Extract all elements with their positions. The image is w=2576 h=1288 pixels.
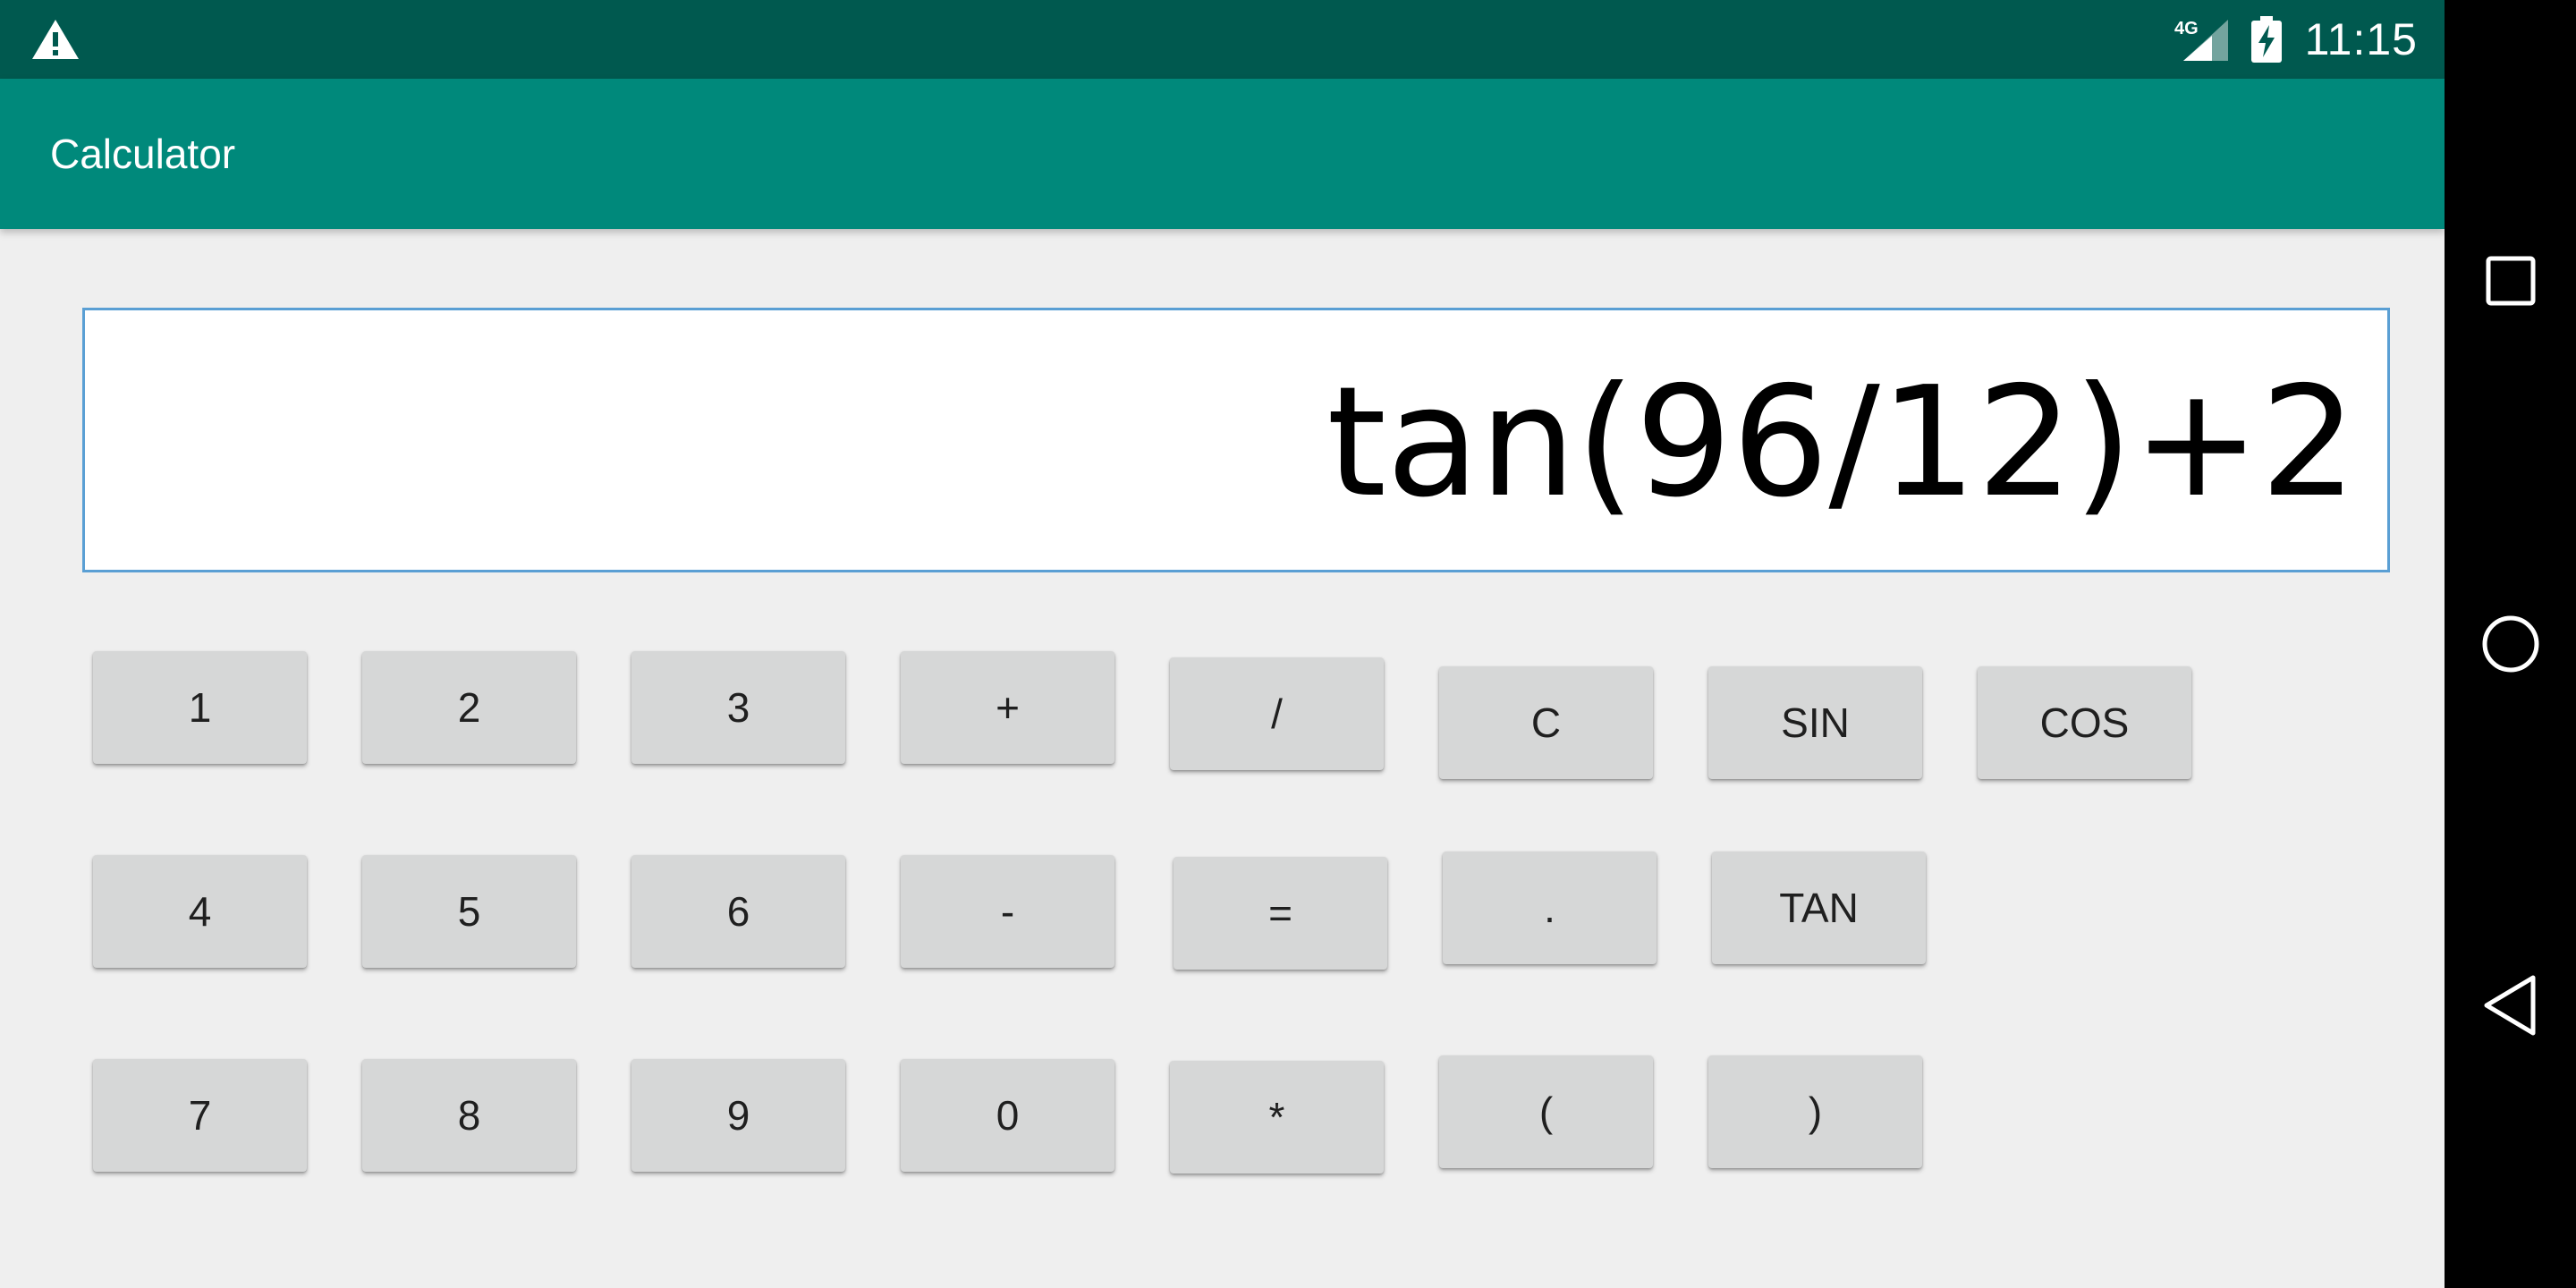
key-2[interactable]: 2 — [362, 651, 576, 764]
key-minus[interactable]: - — [901, 855, 1114, 968]
key-5[interactable]: 5 — [362, 855, 576, 968]
status-clock: 11:15 — [2304, 14, 2418, 64]
app-bar: Calculator — [0, 79, 2445, 229]
recents-button[interactable] — [2445, 227, 2576, 335]
key-7[interactable]: 7 — [93, 1059, 307, 1172]
key-4[interactable]: 4 — [93, 855, 307, 968]
key-tan[interactable]: TAN — [1712, 852, 1926, 964]
warning-icon — [32, 20, 79, 59]
back-button[interactable] — [2445, 952, 2576, 1059]
signal-icon: 4G — [2174, 19, 2228, 61]
status-icons: 4G 11:15 — [2174, 0, 2418, 79]
key-1[interactable]: 1 — [93, 651, 307, 764]
recents-square-icon — [2486, 256, 2535, 306]
home-circle-icon — [2482, 615, 2538, 673]
key-3[interactable]: 3 — [631, 651, 845, 764]
key-cos[interactable]: COS — [1978, 666, 2191, 779]
key-multiply[interactable]: * — [1170, 1061, 1384, 1174]
key-8[interactable]: 8 — [362, 1059, 576, 1172]
home-button[interactable] — [2445, 590, 2576, 698]
key-plus[interactable]: + — [901, 651, 1114, 764]
status-bar: 4G 11:15 — [0, 0, 2445, 79]
app-title: Calculator — [50, 131, 236, 177]
network-type-label: 4G — [2174, 19, 2199, 38]
key-sin[interactable]: SIN — [1708, 666, 1922, 779]
key-open-paren[interactable]: ( — [1439, 1055, 1653, 1168]
navigation-bar — [2445, 0, 2576, 1288]
key-close-paren[interactable]: ) — [1708, 1055, 1922, 1168]
key-9[interactable]: 9 — [631, 1059, 845, 1172]
key-decimal[interactable]: . — [1443, 852, 1657, 964]
battery-charging-icon — [2250, 16, 2282, 63]
expression-text: tan(96/12)+2 — [1326, 354, 2357, 531]
key-equals[interactable]: = — [1174, 857, 1387, 970]
key-divide[interactable]: / — [1170, 657, 1384, 770]
key-6[interactable]: 6 — [631, 855, 845, 968]
expression-display[interactable]: tan(96/12)+2 — [82, 308, 2390, 572]
key-0[interactable]: 0 — [901, 1059, 1114, 1172]
back-triangle-icon — [2484, 975, 2535, 1036]
key-clear[interactable]: C — [1439, 666, 1653, 779]
